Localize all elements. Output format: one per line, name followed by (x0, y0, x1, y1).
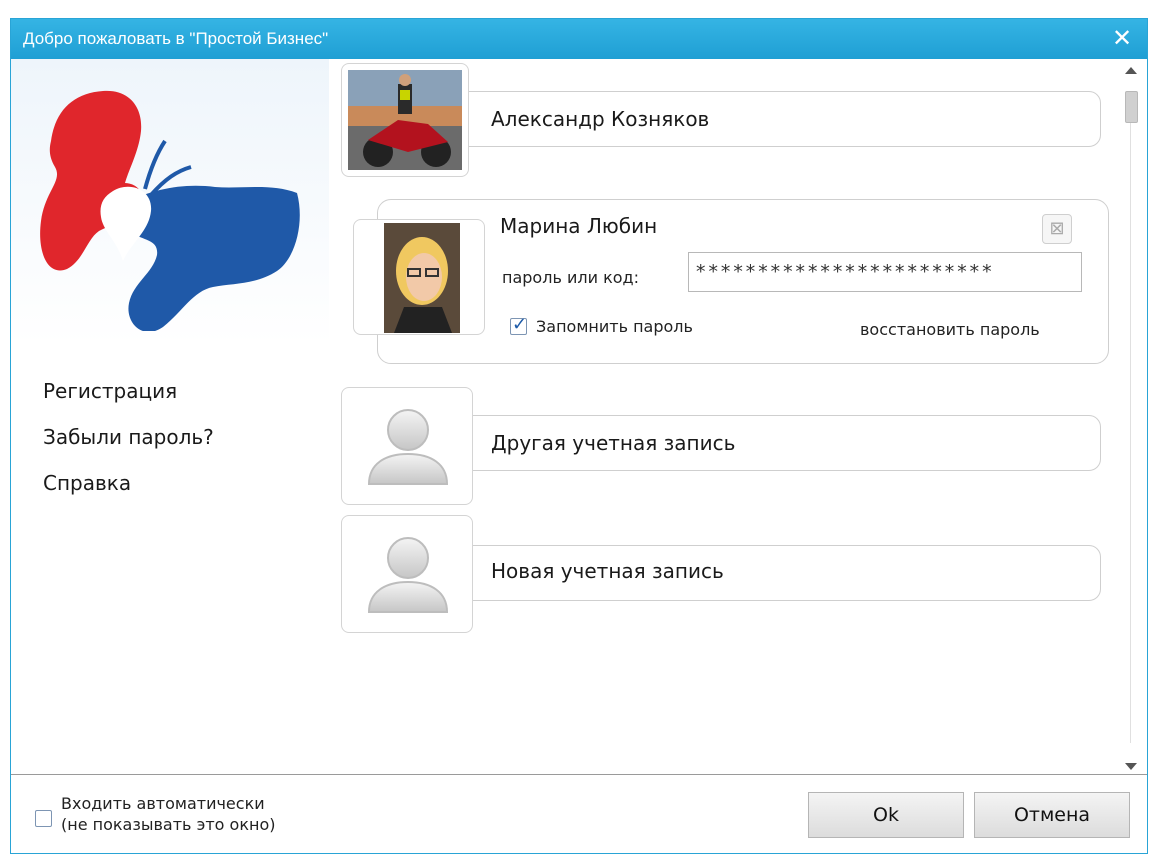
account-item-selected: Марина Любин ⊠ пароль или код: *********… (377, 199, 1109, 364)
login-dialog: Добро пожаловать в "Простой Бизнес" ✕ Ре… (10, 18, 1148, 854)
auto-login-line1: Входить автоматически (61, 794, 265, 813)
left-links: Регистрация Забыли пароль? Справка (43, 379, 214, 517)
generic-user-icon (367, 537, 449, 613)
new-account-avatar[interactable] (341, 515, 473, 633)
scroll-thumb[interactable] (1125, 91, 1138, 123)
password-input[interactable]: ************************ (688, 252, 1082, 292)
forgot-password-link[interactable]: Забыли пароль? (43, 425, 214, 449)
remember-password-label[interactable]: Запомнить пароль (536, 317, 693, 336)
new-account-label: Новая учетная запись (491, 559, 724, 583)
other-account-label: Другая учетная запись (491, 431, 736, 455)
accounts-list: Александр Козняков Марина Любин ⊠ пароль… (333, 59, 1109, 774)
auto-login-label[interactable]: Входить автоматически (не показывать это… (61, 793, 275, 835)
remember-password-checkbox[interactable] (510, 314, 527, 335)
bottom-bar: Входить автоматически (не показывать это… (11, 774, 1147, 853)
account-avatar-selected[interactable] (353, 219, 485, 335)
recover-password-link[interactable]: восстановить пароль (860, 320, 1040, 339)
account-name: Александр Козняков (491, 107, 710, 131)
scroll-up-icon[interactable] (1125, 67, 1137, 74)
close-button[interactable]: ✕ (1107, 23, 1137, 53)
ok-button[interactable]: Ok (808, 792, 964, 838)
left-panel: Регистрация Забыли пароль? Справка (11, 59, 329, 774)
title-bar: Добро пожаловать в "Простой Бизнес" ✕ (11, 19, 1147, 59)
scroll-down-icon[interactable] (1125, 763, 1137, 770)
account-avatar[interactable] (341, 63, 469, 177)
user-photo-icon (348, 70, 462, 170)
generic-user-icon (367, 409, 449, 485)
window-title: Добро пожаловать в "Простой Бизнес" (23, 29, 329, 48)
auto-login-checkbox[interactable] (35, 810, 52, 827)
scroll-track[interactable] (1130, 123, 1131, 743)
cancel-button[interactable]: Отмена (974, 792, 1130, 838)
other-account-avatar[interactable] (341, 387, 473, 505)
remove-account-button[interactable]: ⊠ (1042, 214, 1072, 244)
accounts-scrollbar[interactable] (1119, 59, 1143, 774)
account-name: Марина Любин (500, 214, 658, 238)
butterfly-logo-icon (40, 90, 300, 331)
auto-login-line2: (не показывать это окно) (61, 815, 276, 834)
register-link[interactable]: Регистрация (43, 379, 214, 403)
help-link[interactable]: Справка (43, 471, 214, 495)
password-label: пароль или код: (502, 268, 639, 287)
user-photo-icon (384, 223, 460, 333)
